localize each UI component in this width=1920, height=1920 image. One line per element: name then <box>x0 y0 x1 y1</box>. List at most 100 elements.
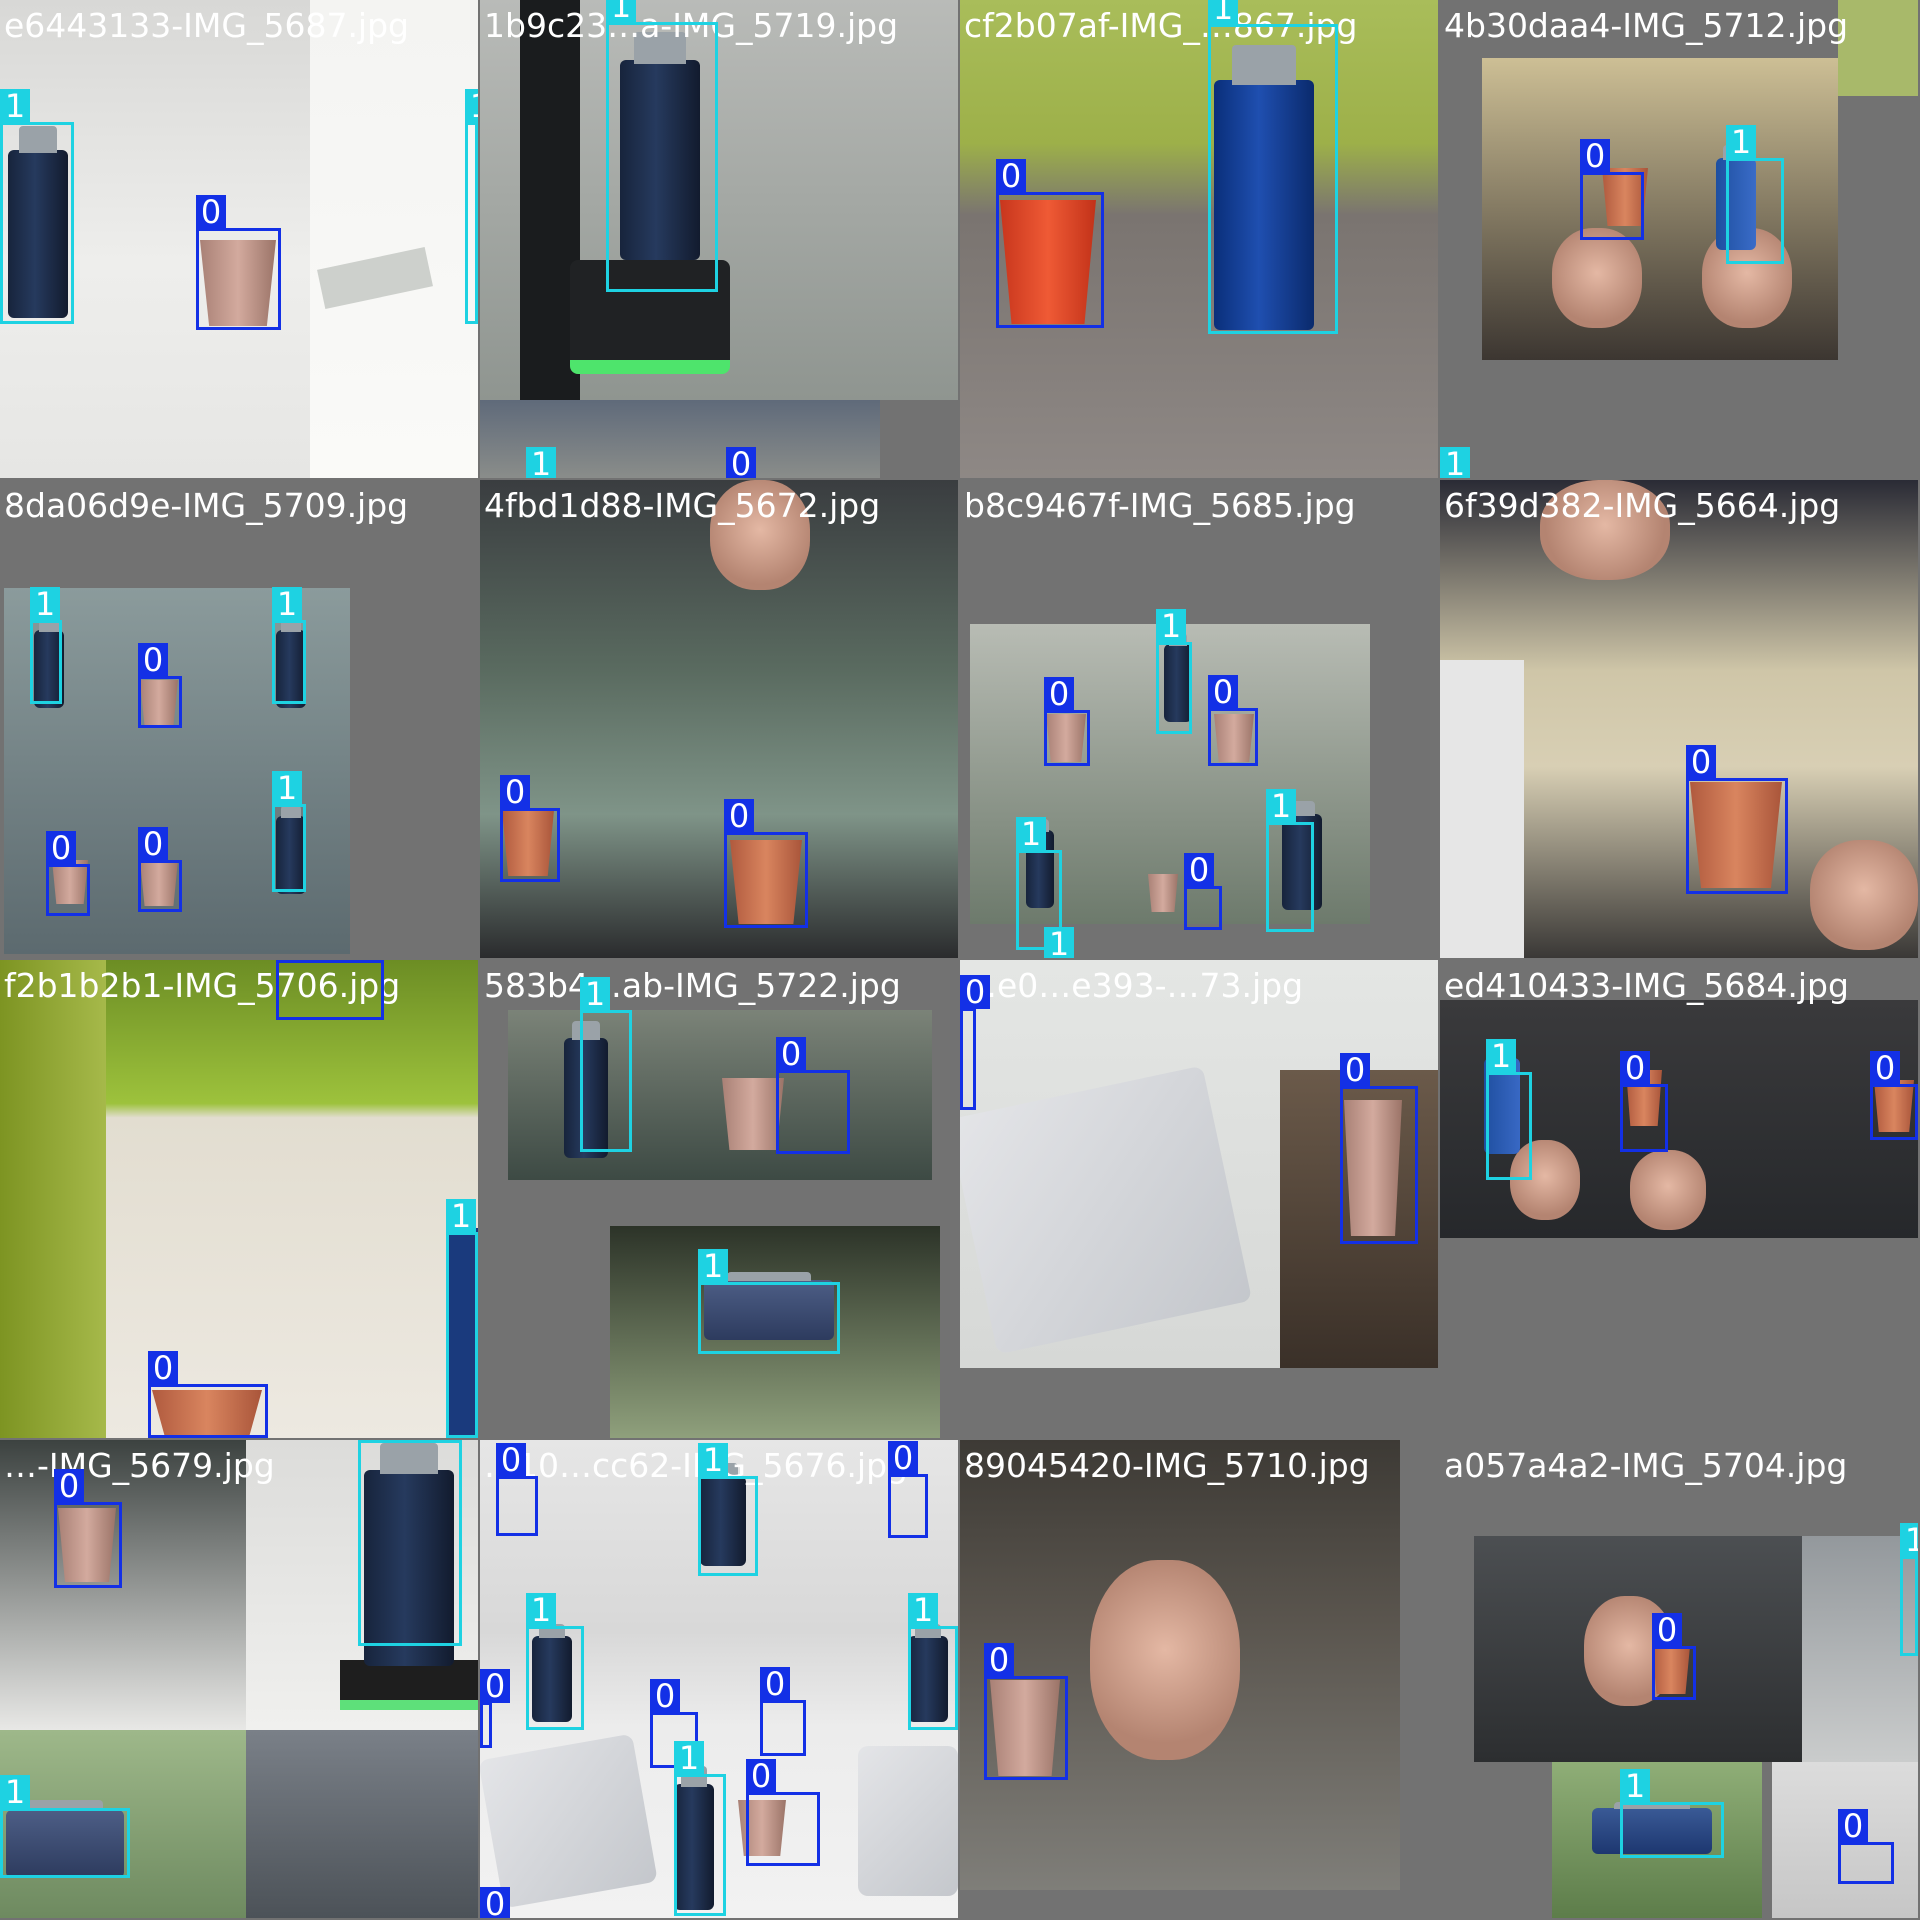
cup <box>1148 874 1178 912</box>
bbox-bottle: 1 <box>698 1443 758 1576</box>
class-label: 1 <box>1016 817 1046 851</box>
chair <box>0 960 106 1438</box>
class-label: 1 <box>0 1775 30 1809</box>
class-label: 0 <box>1652 1613 1682 1647</box>
bbox-cup: 0 <box>46 831 90 916</box>
bbox-cup: 0 <box>54 1469 122 1588</box>
mosaic-tile[interactable]: a057a4a2-IMG_5704.jpg 1 0 1 0 <box>1440 1440 1918 1918</box>
mosaic-tile[interactable]: 8da06d9e-IMG_5709.jpg 1 0 1 0 0 1 <box>0 480 478 958</box>
bbox-cup: 0 <box>276 960 384 1020</box>
photo <box>480 480 958 958</box>
photo <box>508 1010 932 1180</box>
bbox-bottle: 1 <box>1620 1769 1724 1858</box>
face <box>1552 228 1642 328</box>
bbox-cup: 0 <box>1580 139 1644 240</box>
class-label: 0 <box>1044 677 1074 711</box>
class-label: 0 <box>1580 139 1610 173</box>
mosaic-tile[interactable]: ed410433-IMG_5684.jpg 1 0 0 <box>1440 960 1918 1438</box>
tile-filename: 583b4…ab-IMG_5722.jpg <box>484 966 901 1005</box>
tile-filename: 6f39d382-IMG_5664.jpg <box>1444 486 1841 525</box>
mosaic-tile[interactable]: 6f39d382-IMG_5664.jpg 0 <box>1440 480 1918 958</box>
class-label: 0 <box>726 447 756 478</box>
bbox-cup: 0 <box>760 1667 806 1756</box>
bbox-bottle: 1 <box>0 1775 130 1878</box>
class-label: 0 <box>1838 1809 1868 1843</box>
class-label: 1 <box>1208 0 1238 25</box>
mosaic-tile[interactable]: 4b30daa4-IMG_5712.jpg 0 1 1 <box>1440 0 1918 478</box>
bbox-cup: 0 <box>148 1351 268 1438</box>
bbox-cup: 0 <box>138 643 182 728</box>
class-label: 1 <box>674 1741 704 1775</box>
bbox-bottle: 1 <box>908 1593 958 1730</box>
class-label: 0 <box>1184 853 1214 887</box>
cup <box>722 1078 784 1150</box>
bbox-bottle: 1 <box>0 89 74 324</box>
class-label: 0 <box>724 799 754 833</box>
class-label: 0 <box>1620 1051 1650 1085</box>
class-label: 1 <box>606 0 636 23</box>
tile-filename: …e0…e393-…73.jpg <box>964 966 1304 1005</box>
wall-panel <box>310 0 478 478</box>
mosaic-tile[interactable]: 89045420-IMG_5710.jpg 0 <box>960 1440 1438 1918</box>
class-label: 1 <box>580 977 610 1011</box>
class-label: 0 <box>960 975 990 1009</box>
laptop <box>858 1746 958 1896</box>
class-label: 0 <box>480 1669 510 1703</box>
class-label: 0 <box>496 1443 526 1477</box>
bbox-cup: 0 <box>746 1759 820 1866</box>
class-label: 0 <box>746 1759 776 1793</box>
photo <box>1838 0 1918 96</box>
class-label: 1 <box>908 1593 938 1627</box>
bbox-bottle: 1 <box>1900 1523 1918 1656</box>
bbox-cup: 0 <box>1652 1613 1696 1700</box>
bbox-cup: 0 <box>984 1643 1068 1780</box>
bbox-bottle: 1 <box>698 1249 840 1354</box>
tile-filename: …-IMG_5679.jpg <box>4 1446 275 1485</box>
mosaic-tile[interactable]: …e0…e393-…73.jpg 0 0 <box>960 960 1438 1438</box>
photo <box>960 1440 1400 1890</box>
mosaic-tile[interactable]: 583b4…ab-IMG_5722.jpg 1 0 1 <box>480 960 958 1438</box>
tile-filename: e6443133-IMG_5687.jpg <box>4 6 409 45</box>
window <box>246 1730 478 1918</box>
tile-filename: b8c9467f-IMG_5685.jpg <box>964 486 1356 525</box>
bbox-cup: 0 <box>888 1441 928 1538</box>
face <box>1810 840 1918 950</box>
tile-filename: 8da06d9e-IMG_5709.jpg <box>4 486 409 525</box>
mosaic-tile[interactable]: …10…cc62-IMG_5676.jpg 0 1 0 1 0 0 0 1 1 … <box>480 1440 958 1918</box>
class-label: 0 <box>480 1887 510 1918</box>
bbox-cup: 0 <box>1686 745 1788 894</box>
mosaic-tile[interactable]: 4fbd1d88-IMG_5672.jpg 0 0 <box>480 480 958 958</box>
bbox-bottle: 1 <box>526 1593 584 1730</box>
class-label: 1 <box>698 1443 728 1477</box>
mosaic-tile[interactable]: cf2b07af-IMG_…867.jpg 1 0 <box>960 0 1438 478</box>
bbox-cup: 0 <box>996 159 1104 328</box>
class-label: 0 <box>984 1643 1014 1677</box>
tile-filename: 89045420-IMG_5710.jpg <box>964 1446 1370 1485</box>
bbox-bottle: 1 <box>1266 789 1314 932</box>
bbox-cup: 0 <box>1870 1051 1918 1140</box>
bbox-bottle: 1 <box>1156 609 1192 734</box>
photo <box>1482 58 1838 360</box>
class-label: 1 <box>1440 447 1470 478</box>
mosaic-tile[interactable]: 1b9c23…a-IMG_5719.jpg 1 1 0 <box>480 0 958 478</box>
bbox-bottle: 1 <box>1486 1039 1532 1180</box>
bbox-cup: 0 <box>1838 1809 1894 1884</box>
face <box>1090 1560 1240 1760</box>
bbox-bottle: 1 <box>1208 0 1338 334</box>
laptop <box>480 1733 658 1909</box>
class-label: 0 <box>500 775 530 809</box>
face <box>1630 1150 1706 1230</box>
tile-filename: 4fbd1d88-IMG_5672.jpg <box>484 486 881 525</box>
bbox-cup: 0 <box>500 775 560 882</box>
gate-light <box>340 1660 478 1710</box>
class-label: 1 <box>446 1199 476 1233</box>
tile-filename: ed410433-IMG_5684.jpg <box>1444 966 1849 1005</box>
detection-mosaic: e6443133-IMG_5687.jpg 1 0 1 1b9c23…a-IMG… <box>0 0 1920 1920</box>
mosaic-tile[interactable]: e6443133-IMG_5687.jpg 1 0 1 <box>0 0 478 478</box>
photo <box>0 960 478 1438</box>
class-label: 0 <box>46 831 76 865</box>
class-label: 1 <box>272 587 302 621</box>
mosaic-tile[interactable]: f2b1b2b1-IMG_5706.jpg 0 1 0 <box>0 960 478 1438</box>
mosaic-tile[interactable]: …-IMG_5679.jpg 1 0 1 <box>0 1440 478 1918</box>
mosaic-tile[interactable]: b8c9467f-IMG_5685.jpg 1 0 0 1 0 1 1 <box>960 480 1438 958</box>
